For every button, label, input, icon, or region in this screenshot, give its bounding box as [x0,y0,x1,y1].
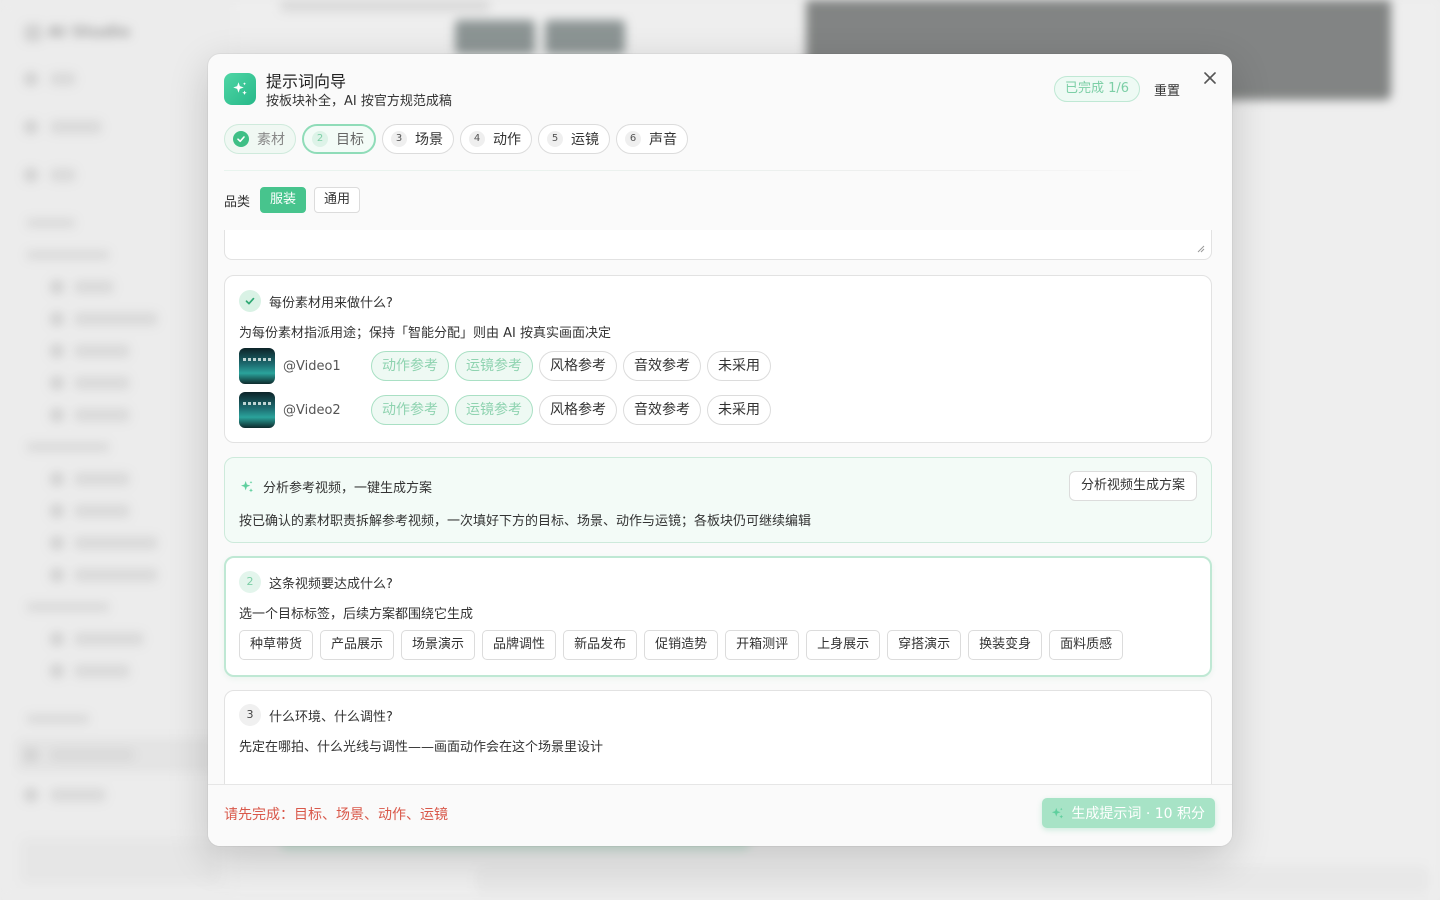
role-chip-style[interactable]: 风格参考 [539,351,617,381]
step-label: 目标 [336,132,364,148]
role-chip-unused[interactable]: 未采用 [707,395,771,425]
analyze-video-button[interactable]: 分析视频生成方案 [1068,471,1197,501]
role-chip-sound[interactable]: 音效参考 [623,351,701,381]
goal-tag[interactable]: 产品展示 [320,630,395,660]
category-label: 品类 [224,194,251,210]
analyze-card-description: 按已确认的素材职责拆解参考视频，一次填好下方的目标、场景、动作与运镜；各板块仍可… [239,514,812,529]
role-chip-action[interactable]: 动作参考 [371,351,449,381]
incomplete-warning: 请先完成：目标、场景、动作、运镜 [224,807,448,823]
close-icon[interactable] [1200,68,1220,88]
goal-tag[interactable]: 上身展示 [806,630,881,660]
step-number: 4 [469,131,485,147]
video-thumbnail [239,348,275,384]
category-option-general[interactable]: 通用 [314,187,361,213]
goal-tag[interactable]: 种草带货 [239,630,314,660]
category-option-apparel[interactable]: 服装 [260,187,307,213]
role-chip-style[interactable]: 风格参考 [539,395,617,425]
analyze-card-title: 分析参考视频，一键生成方案 [263,481,433,496]
step-label: 运镜 [571,132,599,148]
check-icon [239,290,261,312]
role-chip-action[interactable]: 动作参考 [371,395,449,425]
asset-row: @Video1 动作参考 运镜参考 风格参考 音效参考 未采用 [239,348,771,384]
scene-card-title: 什么环境、什么调性? [269,709,393,725]
step-label: 场景 [415,132,443,148]
category-selector: 品类 服装 通用 [224,187,361,213]
progress-badge: 已完成 1/6 [1054,76,1141,102]
goal-tag[interactable]: 换装变身 [968,630,1043,660]
resize-handle-icon[interactable] [1196,244,1205,253]
modal-subtitle: 按板块补全，AI 按官方规范成稿 [266,94,452,109]
sparkle-icon [239,479,255,495]
scene-step-number: 3 [239,704,261,726]
goal-tag[interactable]: 穿搭演示 [887,630,962,660]
video-thumbnail [239,392,275,428]
modal-footer: 请先完成：目标、场景、动作、运镜 生成提示词 · 10 积分 [208,784,1232,846]
prompt-wizard-modal: 提示词向导 按板块补全，AI 按官方规范成稿 已完成 1/6 重置 素材 2 目… [208,54,1232,846]
role-chip-camera[interactable]: 运镜参考 [455,395,533,425]
assets-card-description: 为每份素材指派用途；保持「智能分配」则由 AI 按真实画面决定 [239,326,611,341]
goal-card-description: 选一个目标标签，后续方案都围绕它生成 [239,607,474,622]
analyze-card: 分析参考视频，一键生成方案 按已确认的素材职责拆解参考视频，一次填好下方的目标、… [224,457,1212,543]
step-tab-goal[interactable]: 2 目标 [302,124,376,154]
check-icon [233,131,249,147]
sparkle-icon [224,73,256,105]
goal-tags: 种草带货 产品展示 场景演示 品牌调性 新品发布 促销造势 开箱测评 上身展示 … [239,630,1124,660]
step-number: 3 [391,131,407,147]
goal-tag[interactable]: 品牌调性 [482,630,557,660]
divider [224,170,1152,171]
modal-title: 提示词向导 [266,72,347,91]
goal-tag[interactable]: 场景演示 [401,630,476,660]
goal-card: 2 这条视频要达成什么? 选一个目标标签，后续方案都围绕它生成 种草带货 产品展… [224,556,1212,677]
step-tab-assets[interactable]: 素材 [224,124,296,154]
step-tab-action[interactable]: 4 动作 [460,124,532,154]
notes-textarea[interactable] [224,230,1212,260]
step-label: 声音 [649,132,677,148]
sparkle-icon [1050,806,1065,821]
generate-prompt-label: 生成提示词 · 10 积分 [1071,806,1205,822]
asset-name: @Video2 [283,402,341,418]
step-label: 素材 [257,132,285,148]
step-tab-scene[interactable]: 3 场景 [382,124,454,154]
role-chip-unused[interactable]: 未采用 [707,351,771,381]
goal-tag[interactable]: 开箱测评 [725,630,800,660]
asset-row: @Video2 动作参考 运镜参考 风格参考 音效参考 未采用 [239,392,771,428]
goal-tag[interactable]: 促销造势 [644,630,719,660]
goal-tag[interactable]: 新品发布 [563,630,638,660]
assets-card: 每份素材用来做什么? 为每份素材指派用途；保持「智能分配」则由 AI 按真实画面… [224,275,1212,443]
reset-button[interactable]: 重置 [1154,80,1180,99]
step-tab-sound[interactable]: 6 声音 [616,124,688,154]
wizard-steps: 素材 2 目标 3 场景 4 动作 5 运镜 6 声音 [224,124,688,154]
generate-prompt-button[interactable]: 生成提示词 · 10 积分 [1042,798,1215,828]
goal-card-title: 这条视频要达成什么? [269,576,393,592]
assets-card-title: 每份素材用来做什么? [269,295,393,311]
role-chip-camera[interactable]: 运镜参考 [455,351,533,381]
asset-name: @Video1 [283,358,341,374]
modal-header: 提示词向导 按板块补全，AI 按官方规范成稿 已完成 1/6 重置 [208,54,1232,124]
step-label: 动作 [493,132,521,148]
scene-card: 3 什么环境、什么调性? 先定在哪拍、什么光线与调性——画面动作会在这个场景里设… [224,690,1212,784]
wizard-scroll-area[interactable]: 每份素材用来做什么? 为每份素材指派用途；保持「智能分配」则由 AI 按真实画面… [208,230,1232,784]
step-number: 2 [312,131,328,147]
scene-card-description: 先定在哪拍、什么光线与调性——画面动作会在这个场景里设计 [239,740,604,755]
goal-tag[interactable]: 面料质感 [1049,630,1124,660]
step-number: 6 [625,131,641,147]
step-tab-camera[interactable]: 5 运镜 [538,124,610,154]
goal-step-number: 2 [239,571,261,593]
role-chip-sound[interactable]: 音效参考 [623,395,701,425]
step-number: 5 [547,131,563,147]
